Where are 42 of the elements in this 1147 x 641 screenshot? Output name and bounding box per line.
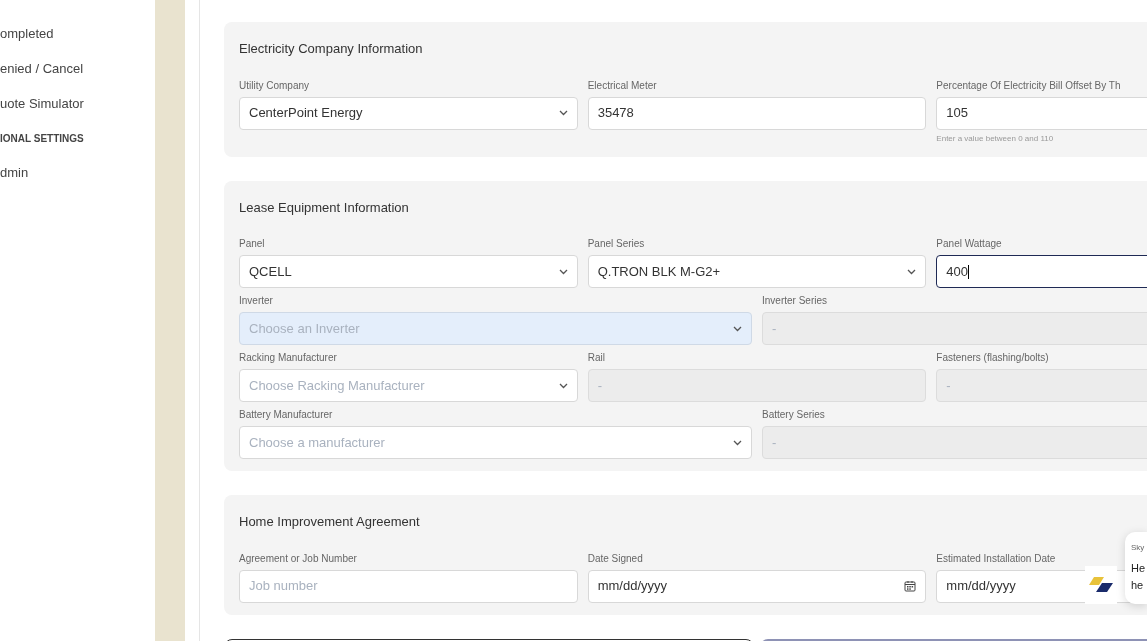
select-field[interactable]: Q.TRON BLK M-G2+ [587,255,927,288]
chat-message-line: He [1131,561,1147,576]
section-title: Electricity Company Information [239,40,424,58]
section-title: Home Improvement Agreement [239,513,421,531]
input-field[interactable]: 105 [936,96,1147,130]
field-label: Panel Series [587,237,646,251]
field-label: Agreement or Job Number [239,551,358,566]
chevron-down-icon [907,268,917,275]
chevron-down-icon [558,268,568,275]
section-title: Lease Equipment Information [239,198,410,217]
field-label: Battery Series [762,408,826,422]
sidebar-item[interactable]: ompleted [0,16,155,51]
sidebar-heading: IONAL SETTINGS [0,131,85,146]
select-field[interactable]: CenterPoint Energy [239,96,578,130]
field-label: Fasteners (flashing/bolts) [936,351,1050,365]
field-label: Electrical Meter [587,78,658,93]
chat-sender: Sky [1131,542,1146,554]
input-field[interactable]: 400 [936,255,1147,288]
field-label: Date Signed [587,551,644,566]
field-label: Inverter Series [762,294,829,308]
field-label: Rail [587,351,606,365]
chevron-down-icon [558,382,568,389]
chat-logo-icon [1088,577,1114,593]
sidebar-item[interactable]: dmin [0,155,155,190]
input-field[interactable]: 35478 [587,96,927,130]
chevron-down-icon [733,325,742,332]
sidebar-item[interactable]: uote Simulator [0,86,155,121]
field-label: Utility Company [239,78,311,93]
sidebar-item[interactable]: enied / Cancel [0,51,155,86]
chevron-down-icon [733,439,742,446]
field-label: Racking Manufacturer [239,351,338,365]
field-label: Panel Wattage [936,237,1003,251]
chat-message-line: he [1131,578,1145,593]
chevron-down-icon [558,110,568,116]
chat-popup[interactable]: Sky He he [1125,532,1147,604]
calendar-icon [904,580,917,592]
field-label: Inverter [239,294,274,308]
date-field[interactable]: mm/dd/yyyy [587,569,927,603]
field-label: Panel [239,237,266,251]
field-label: Percentage Of Electricity Bill Offset By Th [936,78,1122,93]
field-label: Battery Manufacturer [239,408,334,422]
select-field[interactable]: QCELL [239,255,578,288]
